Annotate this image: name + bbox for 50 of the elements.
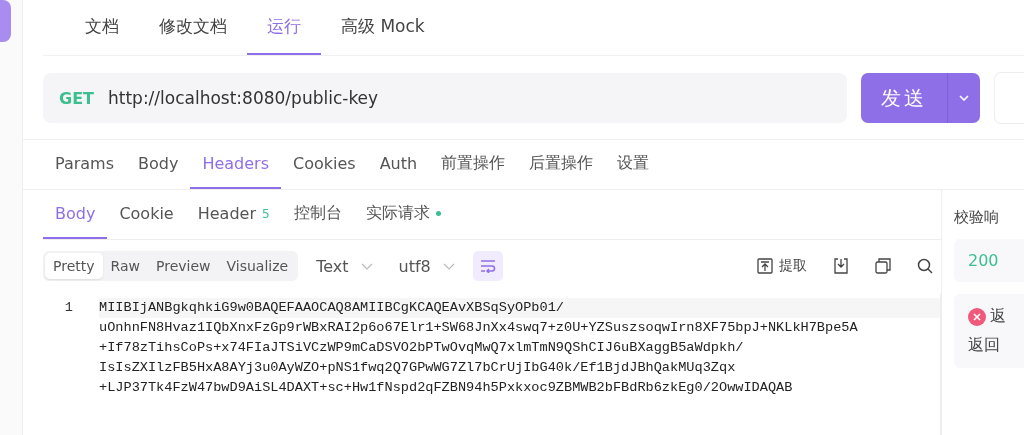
tab-label: Header (197, 204, 256, 223)
code-line: +LJP37Tk4FzW47bwD9AiSL4DAXT+sc+Hw1fNspd2qFZBN94h5Pxkxoc9ZBMWB2bFBdRb6zkEg0/2OwwIDAQAB (99, 379, 794, 397)
response-tab[interactable]: Body (43, 190, 108, 239)
doc-tab[interactable]: 运行 (247, 0, 321, 55)
request-tab[interactable]: Params (43, 140, 127, 189)
error-title: 返 (990, 306, 1006, 327)
chevron-icon (360, 262, 373, 270)
request-tab[interactable]: Auth (367, 140, 430, 189)
header-count: 5 (261, 206, 270, 221)
doc-tab[interactable]: 修改文档 (139, 0, 247, 55)
code-line: +If78zTihsCoPs+x74FIaJTSiVCzWP9mCaDSVO2bPTwOvqMwQ7xlmTmN9QShCIJ6uBXaggB5aWdpkh/ (99, 339, 745, 357)
view-mode-option[interactable]: Pretty (45, 253, 103, 279)
code-line: uOnhnFN8Hvaz1IQbXnxFzGp9rWBxRAI2p6o67Elr1+SW68JnXx4swq7+z0U+YZSuszsoqwIrn8XF75bpJ+NKLkH7Bpe5A (99, 319, 859, 337)
caret-icon (958, 95, 969, 101)
sidebar-item[interactable] (0, 0, 11, 42)
request-tab[interactable]: 后置操作 (517, 140, 606, 189)
send-button[interactable]: 发送 (860, 73, 980, 123)
tab-label: Body (55, 204, 96, 223)
request-tab[interactable]: Body (126, 140, 191, 189)
view-mode-option[interactable]: Preview (148, 253, 219, 279)
extract-icon (757, 258, 773, 274)
format-select[interactable]: Text (308, 256, 381, 276)
wrap-button[interactable] (472, 251, 503, 281)
error-text: 返回 (968, 335, 1001, 356)
encoding-select[interactable]: utf8 (390, 256, 463, 276)
doc-tab[interactable]: 文档 (65, 0, 139, 55)
tab-label: Cookie (119, 204, 174, 223)
tab-label: 控制台 (293, 203, 342, 224)
request-tab[interactable]: 前置操作 (429, 140, 518, 189)
wrap-icon (479, 259, 496, 273)
error-icon (968, 307, 986, 326)
tab-label: 实际请求 (365, 203, 430, 224)
request-tab[interactable]: 设置 (605, 140, 662, 189)
line-number: 1 (63, 299, 74, 317)
url-text: http://localhost:8080/public-key (108, 88, 379, 108)
response-tab[interactable]: Header 5 (185, 190, 282, 239)
chevron-icon (442, 262, 455, 270)
url-field[interactable]: GET http://localhost:8080/public-key (43, 73, 847, 123)
response-tab[interactable]: 控制台 (281, 190, 354, 239)
doc-tab[interactable]: 高级 Mock (321, 0, 445, 55)
request-tab[interactable]: Cookies (281, 140, 368, 189)
extract-button[interactable]: 提取 (749, 257, 815, 275)
view-mode-option[interactable]: Visualize (218, 253, 297, 279)
request-tab[interactable]: Headers (190, 140, 282, 189)
status-code: 200 (968, 251, 1000, 270)
response-tab[interactable]: Cookie (107, 190, 186, 239)
response-tab[interactable]: 实际请求 (353, 190, 453, 239)
code-line: IsIsZXIlzFB5HxA8AYj3u0AyWZO+pNS1fwq2Q7GPwWG7Zl7bCrUjIbG40k/Ef1BjdJBhQakMUq3Zqx (99, 359, 737, 377)
panel-title: 校验响 (954, 208, 1000, 227)
view-mode-option[interactable]: Raw (102, 253, 148, 279)
